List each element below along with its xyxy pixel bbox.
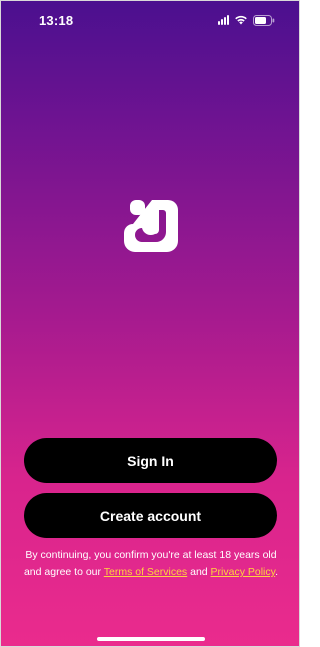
welcome-screen: 13:18 Sign In Create account By continui… [0,0,300,647]
legal-text-suffix: . [275,566,279,578]
status-bar: 13:18 [1,1,299,41]
create-account-button[interactable]: Create account [24,493,277,538]
app-logo-icon [122,197,180,255]
legal-text-middle: and [187,566,211,578]
home-indicator[interactable] [97,637,205,641]
wifi-icon [234,15,248,25]
status-icons [218,13,275,27]
battery-icon [253,14,275,26]
terms-of-services-link[interactable]: Terms of Services [104,566,187,578]
sign-in-button[interactable]: Sign In [24,438,277,483]
status-time: 13:18 [39,13,74,28]
legal-notice: By continuing, you confirm you're at lea… [17,547,285,581]
privacy-policy-link[interactable]: Privacy Policy [211,566,276,578]
signal-icon [218,15,229,25]
